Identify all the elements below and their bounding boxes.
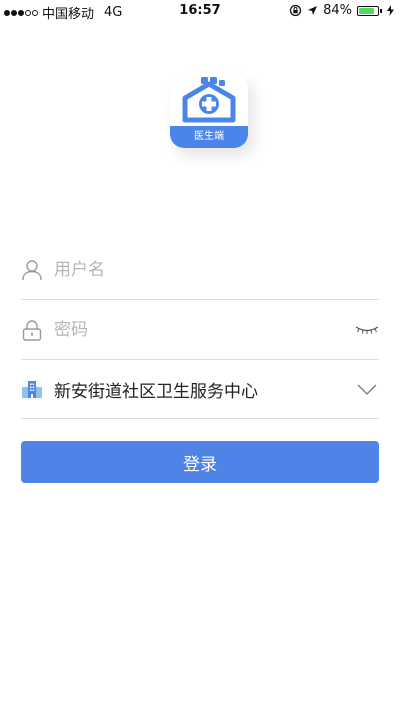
username-row <box>21 241 379 300</box>
logo-badge: 医生端 <box>170 126 248 148</box>
username-input[interactable] <box>54 255 379 285</box>
organization-selector[interactable]: 新安街道社区卫生服务中心 <box>21 360 379 419</box>
login-screen: 中国移动 4G 16:57 84% 医生端 用户名 新安街道社区卫生服务中心 登… <box>0 0 400 711</box>
password-input[interactable] <box>54 315 355 345</box>
rotation-lock-icon <box>289 4 302 17</box>
battery-percent: 84% <box>323 3 352 18</box>
password-row <box>21 301 379 360</box>
organization-value: 新安街道社区卫生服务中心 <box>54 381 258 402</box>
app-logo: 医生端 <box>170 74 248 148</box>
chevron-down-icon[interactable] <box>355 379 379 399</box>
hospital-house-icon <box>182 77 236 123</box>
status-right: 84% <box>289 3 394 18</box>
eye-closed-icon[interactable] <box>355 320 379 340</box>
building-icon <box>21 378 43 400</box>
charging-icon <box>387 5 394 16</box>
lock-icon <box>21 319 43 341</box>
location-arrow-icon <box>308 6 318 15</box>
battery-fill <box>359 7 374 14</box>
status-bar: 中国移动 4G 16:57 84% <box>0 0 400 22</box>
battery-tip <box>380 8 382 13</box>
battery-icon <box>357 5 379 16</box>
user-icon <box>21 259 43 281</box>
login-button[interactable]: 登录 <box>21 441 379 483</box>
